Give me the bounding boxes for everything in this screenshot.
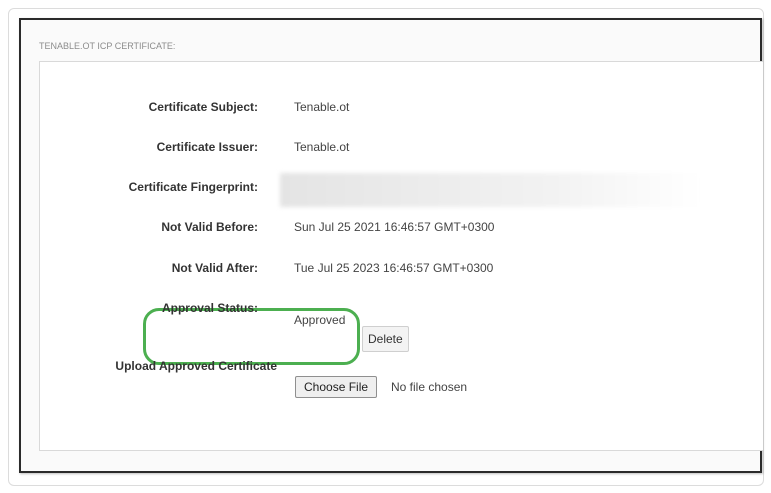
section-title: TENABLE.OT ICP CERTIFICATE: (39, 41, 176, 51)
certificate-panel: Certificate Subject: Tenable.ot Certific… (39, 61, 763, 451)
certificate-fingerprint-value-redacted (280, 173, 700, 207)
upload-approved-certificate-label: Upload Approved Certificate (115, 359, 277, 373)
approval-status-value: Approved (294, 313, 346, 327)
file-status-text: No file chosen (391, 380, 468, 394)
not-valid-after-value: Tue Jul 25 2023 16:46:57 GMT+0300 (294, 261, 494, 275)
approval-status-label: Approval Status: (161, 301, 258, 315)
choose-file-button[interactable]: Choose File (295, 376, 378, 398)
certificate-subject-label: Certificate Subject: (148, 100, 258, 114)
certificate-screenshot: TENABLE.OT ICP CERTIFICATE: Certificate … (19, 18, 763, 473)
certificate-issuer-value: Tenable.ot (294, 140, 350, 154)
not-valid-before-label: Not Valid Before: (161, 220, 258, 234)
certificate-fingerprint-label: Certificate Fingerprint: (128, 180, 258, 194)
certificate-subject-value: Tenable.ot (294, 100, 350, 114)
not-valid-after-label: Not Valid After: (171, 261, 258, 275)
certificate-issuer-label: Certificate Issuer: (156, 140, 258, 154)
delete-button[interactable]: Delete (362, 326, 409, 352)
not-valid-before-value: Sun Jul 25 2021 16:46:57 GMT+0300 (294, 220, 495, 234)
